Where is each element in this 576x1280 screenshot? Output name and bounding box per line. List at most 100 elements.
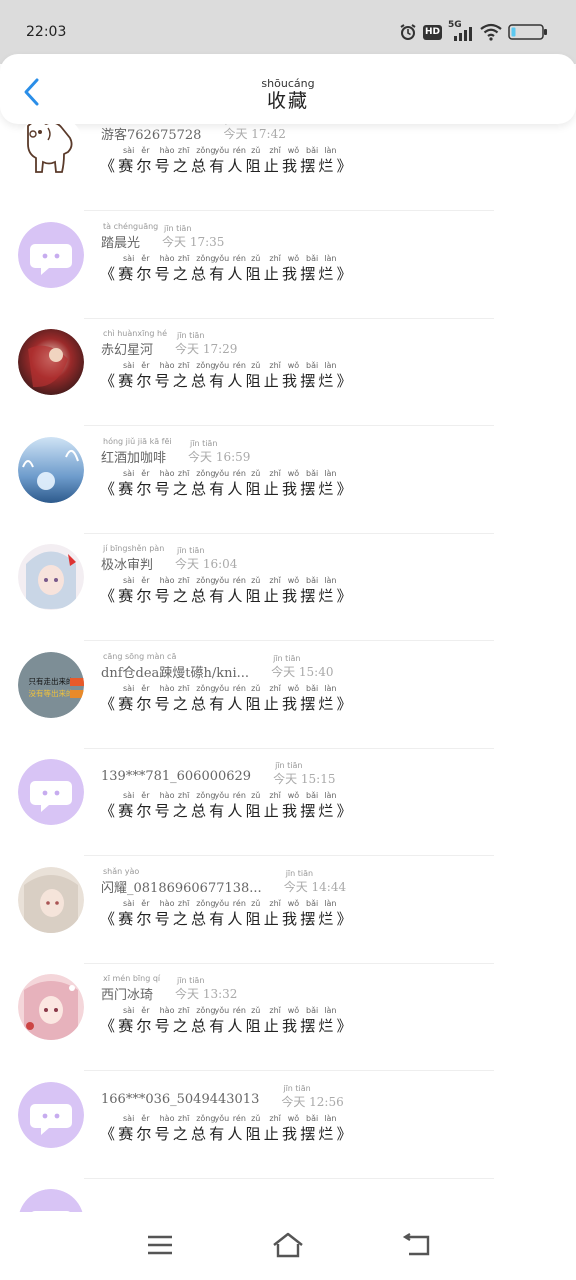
pinyin-syllable: ěr bbox=[141, 576, 150, 585]
pinyin-syllable: zhǐ bbox=[269, 146, 281, 155]
pinyin-syllable: làn bbox=[324, 791, 337, 800]
pinyin-syllable: wǒ bbox=[287, 468, 300, 478]
pinyin-syllable: bǎi bbox=[306, 253, 319, 263]
pinyin-syllable: zhǐ bbox=[269, 898, 281, 908]
pinyin-syllable: wǒ bbox=[287, 898, 300, 908]
pinyin-syllable: làn bbox=[324, 898, 337, 908]
pinyin-syllable: zǒng bbox=[196, 898, 216, 908]
list-item[interactable]: jí bīngshěn pàn 极冰审判 jīn tiān 今天 16:04 sài ěr… bbox=[0, 534, 576, 641]
avatar[interactable] bbox=[18, 1189, 84, 1212]
avatar[interactable] bbox=[18, 544, 84, 610]
pinyin-syllable: zǒng bbox=[196, 791, 216, 800]
pinyin-syllable: zhǐ bbox=[269, 468, 281, 478]
item-username: 闪耀_08186960677138... bbox=[101, 880, 262, 896]
pinyin-syllable: yǒu bbox=[214, 1113, 230, 1123]
pinyin-syllable: sài bbox=[123, 791, 135, 800]
item-time: 今天 15:40 bbox=[271, 664, 334, 679]
menu-button[interactable] bbox=[140, 1228, 180, 1262]
pinyin-syllable: sài bbox=[123, 683, 135, 693]
avatar[interactable] bbox=[18, 974, 84, 1040]
item-time: 今天 15:15 bbox=[273, 772, 336, 786]
page-title-pinyin: shōucáng bbox=[261, 77, 315, 90]
avatar[interactable] bbox=[18, 436, 84, 503]
pinyin-syllable: hào bbox=[159, 1006, 175, 1015]
pinyin-syllable: ěr bbox=[141, 468, 150, 478]
pinyin-syllable: sài bbox=[123, 468, 135, 478]
name-pinyin: xī mén bīng qí bbox=[103, 974, 161, 983]
pinyin-syllable: hào bbox=[159, 253, 175, 263]
list-item[interactable]: 只有走出来的 没有等出来的 cāng sōng màn cā dnf仓dea踈熳t礤h… bbox=[0, 642, 576, 749]
avatar[interactable] bbox=[18, 759, 84, 825]
pinyin-syllable: yǒu bbox=[214, 361, 230, 370]
item-message: 《赛尔号之总有人阻止我摆烂》 bbox=[100, 264, 355, 283]
item-time: 今天 16:59 bbox=[188, 449, 251, 464]
list-item[interactable]: chì huànxīng hé 赤幻星河 jīn tiān 今天 17:29 sài ěr… bbox=[0, 319, 576, 426]
pinyin-syllable: wǒ bbox=[287, 791, 300, 800]
item-time: 今天 14:44 bbox=[283, 879, 347, 894]
pinyin-syllable: bǎi bbox=[306, 468, 319, 478]
time-pinyin: jīn tiān bbox=[177, 546, 205, 555]
item-username: 139***781_606000629 bbox=[101, 769, 252, 784]
avatar[interactable] bbox=[18, 329, 84, 395]
pinyin-syllable: rén bbox=[232, 468, 246, 478]
pinyin-syllable: yǒu bbox=[214, 791, 230, 800]
pinyin-syllable: bǎi bbox=[306, 1006, 319, 1015]
list-item[interactable]: tà chénguāng 踏晨光 jīn tiān 今天 17:35 sài ěr hào z… bbox=[0, 212, 576, 319]
pinyin-syllable: làn bbox=[324, 576, 337, 585]
pinyin-syllable: làn bbox=[324, 361, 337, 370]
avatar[interactable] bbox=[18, 866, 84, 933]
pinyin-syllable: ěr bbox=[141, 791, 150, 800]
avatar[interactable] bbox=[18, 221, 84, 288]
pinyin-syllable: rén bbox=[232, 253, 246, 263]
pinyin-syllable: hào bbox=[159, 146, 175, 155]
pinyin-syllable: bǎi bbox=[306, 1113, 319, 1123]
pinyin-syllable: sài bbox=[123, 253, 135, 263]
item-username: dnf仓dea踈熳t礤h/kni... bbox=[101, 665, 250, 681]
list-item[interactable]: 166***036_5049443013 jīn tiān 今天 12:56 sài ě… bbox=[0, 1072, 576, 1179]
pinyin-syllable: yǒu bbox=[214, 576, 230, 585]
item-message: 《赛尔号之总有人阻止我摆烂》 bbox=[100, 372, 355, 390]
pinyin-syllable: ěr bbox=[141, 146, 150, 155]
time-pinyin: jīn tiān bbox=[283, 1083, 311, 1093]
pinyin-syllable: ěr bbox=[141, 1006, 150, 1015]
list-item[interactable]: yóu kè游客762675728jīn tiān今天 17:42sàiěrhà… bbox=[0, 124, 576, 211]
pinyin-syllable: wǒ bbox=[287, 146, 300, 155]
list-item[interactable]: xī mén bīng qí 西门冰琦 jīn tiān 今天 13:32 sài ěr h… bbox=[0, 964, 576, 1071]
list-item[interactable]: shǎn yào 闪耀_08186960677138... jīn tiān 今天 1… bbox=[0, 857, 576, 964]
pinyin-syllable: zǒng bbox=[196, 146, 216, 155]
name-pinyin: jí bīngshěn pàn bbox=[103, 544, 165, 553]
time-pinyin: jīn tiān bbox=[190, 438, 218, 448]
list-item[interactable]: 139***781_606000629 jīn tiān 今天 15:15 sài ěr… bbox=[0, 749, 576, 856]
home-button[interactable] bbox=[268, 1228, 308, 1262]
pinyin-syllable: zhǐ bbox=[269, 253, 281, 263]
list-item[interactable]: hóng jiǔ jiā kā fēi 红酒加咖啡 jīn tiān 今天 16:59… bbox=[0, 427, 576, 534]
pinyin-syllable: rén bbox=[232, 683, 246, 693]
pinyin-syllable: zhī bbox=[177, 576, 190, 585]
pinyin-syllable: zhǐ bbox=[269, 1113, 281, 1123]
pinyin-syllable: zhī bbox=[177, 361, 190, 370]
pinyin-syllable: zhī bbox=[177, 1113, 190, 1123]
pinyin-syllable: zhǐ bbox=[269, 791, 281, 800]
avatar[interactable]: 只有走出来的 没有等出来的 bbox=[18, 651, 84, 718]
pinyin-syllable: zǒng bbox=[196, 361, 216, 370]
avatar[interactable] bbox=[18, 1081, 84, 1148]
back-nav-button[interactable] bbox=[396, 1228, 436, 1262]
pinyin-syllable: yǒu bbox=[214, 146, 230, 155]
pinyin-syllable: zǔ bbox=[251, 361, 261, 370]
pinyin-syllable: wǒ bbox=[287, 361, 300, 370]
pinyin-syllable: zhǐ bbox=[269, 576, 281, 585]
pinyin-syllable: ěr bbox=[141, 683, 150, 693]
pinyin-syllable: wǒ bbox=[287, 576, 300, 585]
pinyin-syllable: sài bbox=[123, 146, 135, 155]
pinyin-syllable: ěr bbox=[141, 1113, 150, 1123]
pinyin-syllable: làn bbox=[324, 1006, 337, 1015]
avatar[interactable] bbox=[18, 124, 84, 180]
pinyin-syllable: zǔ bbox=[251, 468, 261, 478]
pinyin-syllable: yǒu bbox=[214, 898, 230, 908]
pinyin-syllable: ěr bbox=[141, 253, 150, 263]
pinyin-syllable: yǒu bbox=[214, 683, 230, 693]
pinyin-syllable: zhī bbox=[177, 683, 190, 693]
pinyin-syllable: zhī bbox=[177, 1006, 190, 1015]
item-message: 《赛尔号之总有人阻止我摆烂》 bbox=[100, 1017, 355, 1035]
item-message: 《赛尔号之总有人阻止我摆烂》 bbox=[100, 802, 355, 820]
